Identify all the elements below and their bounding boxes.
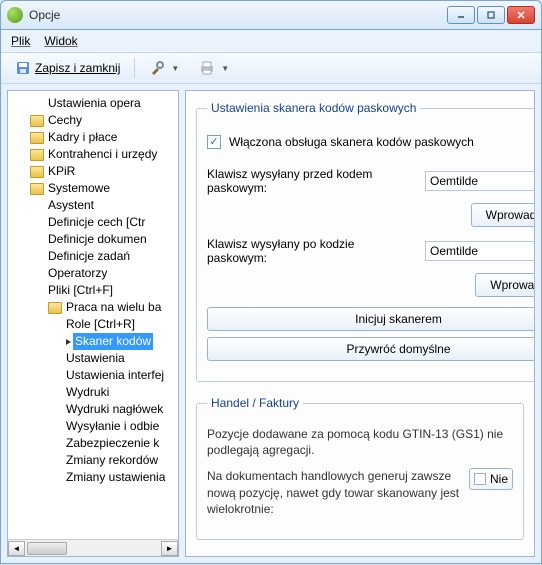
tree-item-label: Zabezpieczenie k xyxy=(66,435,159,452)
tree-item-label: Skaner kodów xyxy=(73,333,153,350)
tree-item-label: Cechy xyxy=(48,112,82,129)
invoices-info1: Pozycje dodawane za pomocą kodu GTIN-13 … xyxy=(207,426,513,458)
tree-item[interactable]: Definicje zadań xyxy=(8,248,178,265)
horizontal-scrollbar[interactable]: ◄ ► xyxy=(8,539,178,556)
init-scanner-button[interactable]: Inicjuj skanerem xyxy=(207,307,535,331)
tree-item[interactable]: Role [Ctrl+R] xyxy=(8,316,178,333)
tree-item-label: Wydruki nagłówek xyxy=(66,401,163,418)
print-button[interactable]: ▼ xyxy=(193,58,235,78)
tree-item-label: Systemowe xyxy=(48,180,110,197)
scroll-right-button[interactable]: ► xyxy=(161,541,178,556)
tree-item[interactable]: KPiR xyxy=(8,163,178,180)
chevron-down-icon: ▼ xyxy=(221,64,229,73)
tree-item-label: Asystent xyxy=(48,197,94,214)
tools-button[interactable]: ▼ xyxy=(143,58,185,78)
tree-item[interactable]: Skaner kodów xyxy=(8,333,178,350)
window-title: Opcje xyxy=(29,8,445,22)
printer-icon xyxy=(199,60,215,76)
tree-item-label: Ustawienia xyxy=(66,350,125,367)
folder-icon xyxy=(30,183,44,195)
tree-item-label: Kontrahenci i urzędy xyxy=(48,146,157,163)
toggle-indicator xyxy=(474,473,486,485)
tree-item-label: Definicje zadań xyxy=(48,248,130,265)
tree-item[interactable]: Praca na wielu ba xyxy=(8,299,178,316)
tree-item[interactable]: Zmiany rekordów xyxy=(8,452,178,469)
tree-item-label: Zmiany rekordów xyxy=(66,452,158,469)
tree-item-label: Kadry i płace xyxy=(48,129,117,146)
menubar: Plik Widok xyxy=(1,30,541,52)
tree-item-label: Ustawienia opera xyxy=(48,95,141,112)
maximize-button[interactable] xyxy=(477,6,505,24)
toolbar: Zapisz i zamknij ▼ ▼ xyxy=(1,52,541,84)
minimize-button[interactable] xyxy=(447,6,475,24)
separator xyxy=(134,58,135,78)
tree-item[interactable]: Ustawienia interfej xyxy=(8,367,178,384)
key-after-label: Klawisz wysyłany po kodzie paskowym: xyxy=(207,237,417,265)
tree-item-label: Praca na wielu ba xyxy=(66,299,161,316)
key-before-input[interactable] xyxy=(425,171,535,191)
tree-item-label: Operatorzy xyxy=(48,265,107,282)
titlebar: Opcje xyxy=(0,0,542,30)
enable-scanner-checkbox[interactable] xyxy=(207,135,221,149)
menu-file[interactable]: Plik xyxy=(11,34,30,48)
tree-item-label: Role [Ctrl+R] xyxy=(66,316,135,333)
close-button[interactable] xyxy=(507,6,535,24)
toggle-label: Nie xyxy=(490,472,508,486)
invoices-group: Handel / Faktury Pozycje dodawane za pom… xyxy=(196,396,524,540)
invoices-legend: Handel / Faktury xyxy=(207,396,303,410)
settings-pane: Ustawienia skanera kodów paskowych Włącz… xyxy=(185,90,535,557)
tree-pane: Ustawienia operaCechyKadry i płaceKontra… xyxy=(7,90,179,557)
tree-item-label: Pliki [Ctrl+F] xyxy=(48,282,113,299)
tree-item[interactable]: Operatorzy xyxy=(8,265,178,282)
tree-item[interactable]: Ustawienia xyxy=(8,350,178,367)
tree-item[interactable]: Pliki [Ctrl+F] xyxy=(8,282,178,299)
tree-item[interactable]: Kadry i płace xyxy=(8,129,178,146)
tree-item[interactable]: Asystent xyxy=(8,197,178,214)
tree-item-label: KPiR xyxy=(48,163,75,180)
enter-prefix-button[interactable]: Wprowadź prefix xyxy=(471,203,535,227)
folder-icon xyxy=(30,115,44,127)
tree-item[interactable]: Definicje cech [Ctr xyxy=(8,214,178,231)
save-close-label: Zapisz i zamknij xyxy=(35,61,120,75)
tree-item-label: Ustawienia interfej xyxy=(66,367,164,384)
tree-item-label: Definicje cech [Ctr xyxy=(48,214,145,231)
tree-item[interactable]: Zmiany ustawienia xyxy=(8,469,178,486)
tree-item[interactable]: Wydruki xyxy=(8,384,178,401)
save-close-button[interactable]: Zapisz i zamknij xyxy=(9,58,126,78)
save-icon xyxy=(15,60,31,76)
tree-item[interactable]: Wysyłanie i odbie xyxy=(8,418,178,435)
folder-icon xyxy=(30,132,44,144)
restore-defaults-button[interactable]: Przywróć domyślne xyxy=(207,337,535,361)
folder-icon xyxy=(30,149,44,161)
scanner-legend: Ustawienia skanera kodów paskowych xyxy=(207,101,420,115)
tree-item[interactable]: Cechy xyxy=(8,112,178,129)
app-icon xyxy=(7,7,23,23)
scroll-thumb[interactable] xyxy=(27,542,67,555)
folder-icon xyxy=(48,302,62,314)
enter-suffix-button[interactable]: Wprowadź sufix xyxy=(475,273,535,297)
chevron-down-icon: ▼ xyxy=(171,64,179,73)
tree-item-label: Wysyłanie i odbie xyxy=(66,418,159,435)
tree-item[interactable]: Systemowe xyxy=(8,180,178,197)
tools-icon xyxy=(149,60,165,76)
folder-icon xyxy=(30,166,44,178)
selection-arrow-icon xyxy=(66,339,71,345)
enable-scanner-label: Włączona obsługa skanera kodów paskowych xyxy=(229,135,474,149)
tree-item[interactable]: Kontrahenci i urzędy xyxy=(8,146,178,163)
scanner-settings-group: Ustawienia skanera kodów paskowych Włącz… xyxy=(196,101,535,382)
tree-item[interactable]: Ustawienia opera xyxy=(8,95,178,112)
tree-item[interactable]: Definicje dokumen xyxy=(8,231,178,248)
tree-item-label: Definicje dokumen xyxy=(48,231,147,248)
always-new-position-toggle[interactable]: Nie xyxy=(469,468,513,490)
tree-item[interactable]: Wydruki nagłówek xyxy=(8,401,178,418)
tree-item[interactable]: Zabezpieczenie k xyxy=(8,435,178,452)
tree-item-label: Wydruki xyxy=(66,384,109,401)
key-after-input[interactable] xyxy=(425,241,535,261)
key-before-label: Klawisz wysyłany przed kodem paskowym: xyxy=(207,167,417,195)
navigation-tree[interactable]: Ustawienia operaCechyKadry i płaceKontra… xyxy=(8,91,178,539)
invoices-info2: Na dokumentach handlowych generuj zawsze… xyxy=(207,468,461,517)
tree-item-label: Zmiany ustawienia xyxy=(66,469,165,486)
scroll-left-button[interactable]: ◄ xyxy=(8,541,25,556)
menu-view[interactable]: Widok xyxy=(44,34,77,48)
